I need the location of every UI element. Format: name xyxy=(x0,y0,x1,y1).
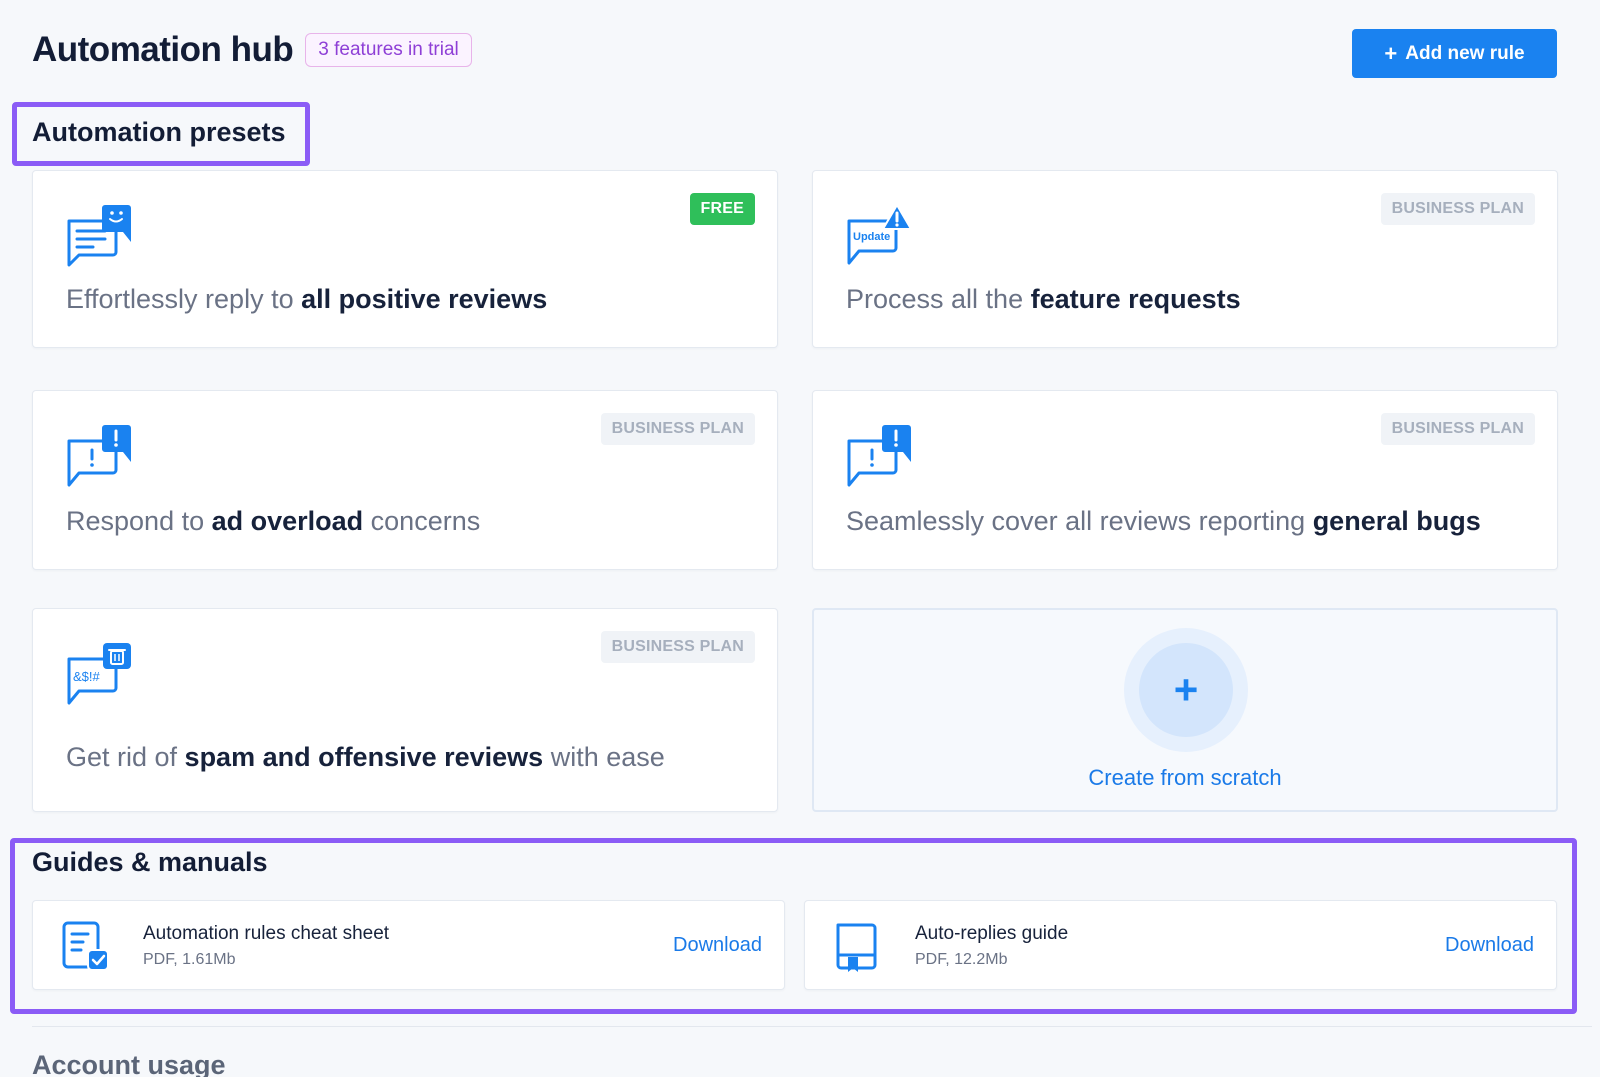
guide-card-auto-replies: Auto-replies guide PDF, 12.2Mb Download xyxy=(804,900,1557,990)
preset-text: Process all the feature requests xyxy=(846,284,1241,314)
business-plan-badge: BUSINESS PLAN xyxy=(600,413,755,445)
preset-text: Effortlessly reply to all positive revie… xyxy=(66,284,548,314)
download-link[interactable]: Download xyxy=(673,934,762,957)
preset-text: Seamlessly cover all reviews reporting g… xyxy=(846,506,1481,536)
page-title: Automation hub xyxy=(32,30,294,69)
chat-alert-icon xyxy=(847,425,911,487)
business-plan-badge: BUSINESS PLAN xyxy=(1380,413,1535,445)
preset-card-positive-reviews[interactable]: FREE Effortlessly reply to all positive … xyxy=(32,170,778,348)
preset-card-ad-overload[interactable]: BUSINESS PLAN Respond to ad overload con… xyxy=(32,390,778,570)
business-plan-badge: BUSINESS PLAN xyxy=(600,631,755,663)
preset-text: Get rid of spam and offensive reviews wi… xyxy=(66,742,665,772)
add-new-rule-label: Add new rule xyxy=(1405,42,1525,64)
svg-text:&$!#: &$!# xyxy=(73,669,101,684)
guide-file-info: PDF, 12.2Mb xyxy=(915,951,1008,968)
account-usage-title: Account usage xyxy=(32,1050,226,1077)
guide-file-info: PDF, 1.61Mb xyxy=(143,951,236,968)
add-new-rule-button[interactable]: + Add new rule xyxy=(1352,29,1557,78)
guides-section-title: Guides & manuals xyxy=(32,847,268,877)
chat-smile-icon xyxy=(67,205,131,267)
section-divider xyxy=(32,1026,1592,1027)
preset-card-feature-requests[interactable]: BUSINESS PLAN Update Process all the fea… xyxy=(812,170,1558,348)
trial-badge[interactable]: 3 features in trial xyxy=(305,33,472,67)
chat-alert-icon xyxy=(67,425,131,487)
plus-icon: + xyxy=(1384,40,1398,66)
svg-text:Update: Update xyxy=(853,231,890,243)
create-button-circle[interactable]: + xyxy=(1124,628,1248,752)
page-header: Automation hub 3 features in trial xyxy=(32,30,472,70)
create-from-scratch-card[interactable]: + Create from scratch xyxy=(812,608,1558,812)
create-from-scratch-link[interactable]: Create from scratch xyxy=(814,765,1556,791)
update-alert-icon: Update xyxy=(847,204,912,265)
free-badge: FREE xyxy=(689,193,755,225)
preset-card-spam-offensive[interactable]: BUSINESS PLAN &$!# Get rid of spam and o… xyxy=(32,608,778,812)
download-link[interactable]: Download xyxy=(1445,934,1534,957)
guide-title: Automation rules cheat sheet xyxy=(143,923,390,944)
business-plan-badge: BUSINESS PLAN xyxy=(1380,193,1535,225)
guide-title: Auto-replies guide xyxy=(915,923,1069,944)
plus-icon: + xyxy=(1139,643,1233,737)
chat-trash-icon: &$!# xyxy=(67,643,131,705)
preset-card-general-bugs[interactable]: BUSINESS PLAN Seamlessly cover all revie… xyxy=(812,390,1558,570)
guide-card-cheat-sheet: Automation rules cheat sheet PDF, 1.61Mb… xyxy=(32,900,785,990)
preset-text: Respond to ad overload concerns xyxy=(66,506,481,536)
presets-section-title: Automation presets xyxy=(32,117,286,147)
document-check-icon xyxy=(62,921,109,971)
book-icon xyxy=(836,923,877,972)
